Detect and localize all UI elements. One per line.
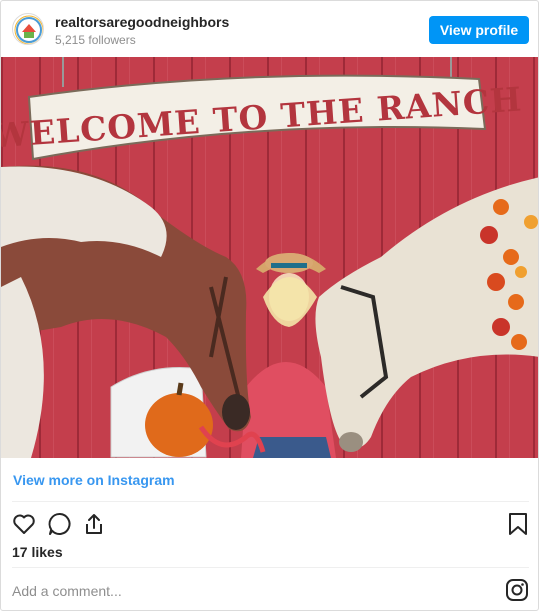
heart-icon[interactable] [11, 511, 37, 537]
divider [12, 501, 529, 502]
instagram-logo-icon[interactable] [505, 578, 529, 602]
instagram-embed-card: realtorsaregoodneighbors 5,215 followers… [0, 0, 539, 611]
view-profile-button[interactable]: View profile [429, 16, 529, 44]
avatar[interactable] [12, 13, 44, 45]
follower-count: 5,215 followers [55, 33, 136, 47]
avatar-logo-icon [14, 15, 43, 44]
comment-icon[interactable] [47, 511, 73, 537]
like-count[interactable]: 17 likes [12, 544, 63, 560]
pumpkin [145, 393, 213, 457]
share-icon[interactable] [81, 511, 107, 537]
view-more-on-instagram-link[interactable]: View more on Instagram [13, 472, 175, 488]
comment-input[interactable] [12, 580, 482, 602]
divider [12, 567, 529, 568]
post-header: realtorsaregoodneighbors 5,215 followers… [1, 1, 538, 57]
bookmark-icon[interactable] [505, 511, 531, 537]
profile-username[interactable]: realtorsaregoodneighbors [55, 14, 229, 30]
post-photo[interactable]: WELCOME TO THE RANCH [1, 57, 538, 458]
